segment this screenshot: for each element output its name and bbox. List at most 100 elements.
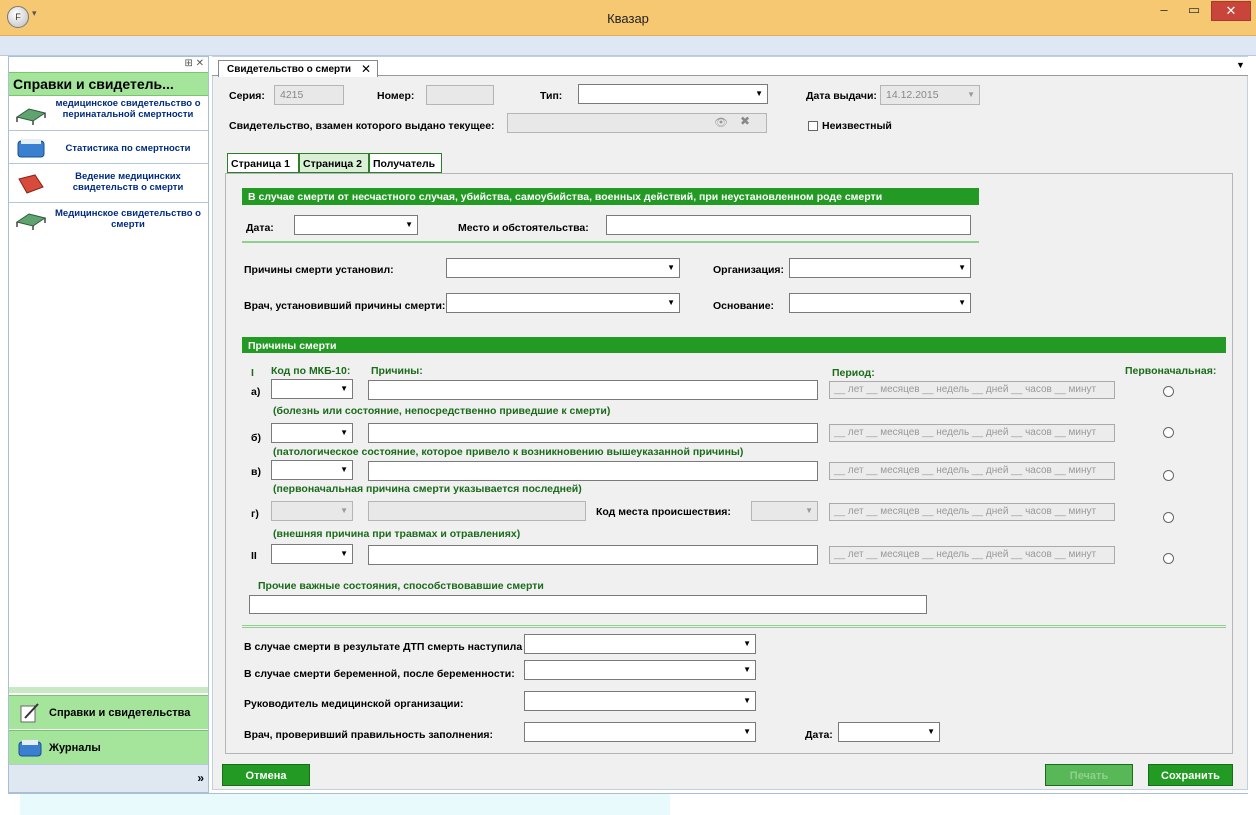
accident-section-title: В случае смерти от несчастного случая, у… [242,188,979,205]
type-dropdown[interactable] [578,84,768,104]
checker-dropdown[interactable] [524,722,756,742]
close-tab-icon[interactable]: ✕ [361,62,371,76]
row-ii-primary-radio[interactable] [1163,553,1174,564]
row-b-note: (патологическое состояние, которое приве… [273,446,744,458]
minimize-icon[interactable]: – [1150,1,1178,21]
row-g-code-dropdown[interactable] [271,501,353,521]
title-bar: F ▾ Квазар – ▭ ✕ [0,0,1256,36]
check-date-label: Дата: [805,729,833,741]
pen-paper-icon [20,703,39,723]
place-code-label: Код места происшествия: [596,506,731,518]
established-by-dropdown[interactable] [446,258,680,278]
nav-panel-footer: » [9,764,208,792]
row-g-note: (внешняя причина при травмах и отравлени… [273,528,521,540]
ribbon-strip [0,36,1256,56]
nav-button-journals[interactable]: Журналы [9,730,208,764]
roman-one-label: I [251,367,254,379]
row-b-cause-input[interactable] [368,423,818,443]
panel-splitter[interactable] [9,687,208,693]
row-a-note: (болезнь или состояние, непосредственно … [273,405,611,417]
row-a-code-dropdown[interactable] [271,379,353,399]
accident-date-label: Дата: [246,222,274,234]
row-b-primary-radio[interactable] [1163,427,1174,438]
check-date-picker[interactable] [838,722,940,742]
row-b-period-field[interactable]: __ лет __ месяцев __ недель __ дней __ ч… [829,424,1115,442]
row-a-primary-radio[interactable] [1163,386,1174,397]
place-code-dropdown[interactable] [751,501,818,521]
accident-date-picker[interactable] [294,215,418,235]
code-header: Код по МКБ-10: [271,365,351,377]
series-label: Серия: [229,90,265,102]
row-g-primary-radio[interactable] [1163,512,1174,523]
nav-button-certificates[interactable]: Справки и свидетельства [9,695,208,729]
tab-recipient[interactable]: Получатель [369,153,442,173]
period-header: Период: [832,367,875,379]
expand-chevron-icon[interactable]: » [197,771,204,785]
tab-death-certificate[interactable]: Свидетельство о смерти ✕ [218,60,378,77]
number-field[interactable] [426,85,494,105]
row-g-period-field[interactable]: __ лет __ месяцев __ недель __ дней __ ч… [829,503,1115,521]
row-ii-cause-input[interactable] [368,545,818,565]
row-b-letter: б) [251,432,261,444]
book-icon [18,174,44,194]
primary-header: Первоначальная: [1125,365,1217,377]
nav-item-death-certificate[interactable]: Медицинское свидетельство о смерти [9,204,208,236]
row-v-primary-radio[interactable] [1163,470,1174,481]
dtp-label: В случае смерти в результате ДТП смерть … [244,641,523,653]
cancel-button[interactable]: Отмена [222,764,310,786]
row-v-cause-input[interactable] [368,461,818,481]
row-v-code-dropdown[interactable] [271,460,353,480]
dtp-dropdown[interactable] [524,634,756,654]
nav-panel-header: Справки и свидетель... [9,72,208,96]
unknown-checkbox[interactable] [808,121,818,131]
head-label: Руководитель медицинской организации: [244,698,464,710]
organization-label: Организация: [713,264,785,276]
established-by-label: Причины смерти установил: [244,264,394,276]
other-conditions-input[interactable] [249,595,927,614]
tab-page-2[interactable]: Страница 2 [299,153,369,173]
status-bar [8,793,1248,815]
tab-page-1[interactable]: Страница 1 [227,153,299,173]
row-g-letter: г) [251,508,259,520]
navigation-panel: ⊞ ✕ Справки и свидетель... медицинское с… [8,56,209,793]
organization-dropdown[interactable] [789,258,971,278]
place-input[interactable] [606,215,971,235]
divider [242,241,979,243]
row-ii-code-dropdown[interactable] [271,544,353,564]
save-button[interactable]: Сохранить [1148,764,1233,786]
basis-dropdown[interactable] [789,293,971,313]
head-dropdown[interactable] [524,691,756,711]
basis-label: Основание: [713,300,775,312]
nav-item-statistics[interactable]: Статистика по смертности [9,132,208,164]
row-v-note: (первоначальная причина смерти указывает… [273,483,582,495]
replacement-field[interactable] [507,113,767,133]
doctor-dropdown[interactable] [446,293,680,313]
issue-date-label: Дата выдачи: [806,90,877,102]
checker-label: Врач, проверивший правильность заполнени… [244,729,494,741]
pregnant-label: В случае смерти беременной, после береме… [244,668,515,680]
nav-item-certificates-management[interactable]: Ведение медицинских свидетельств о смерт… [9,165,208,203]
print-button[interactable]: Печать [1045,764,1133,786]
nav-item-perinatal[interactable]: медицинское свидетельство о перинатально… [9,97,208,131]
row-b-code-dropdown[interactable] [271,423,353,443]
row-a-cause-input[interactable] [368,380,818,400]
issue-date-field[interactable]: 14.12.2015 [880,85,980,105]
row-a-period-field[interactable]: __ лет __ месяцев __ недель __ дней __ ч… [829,381,1115,399]
row-ii-letter: II [251,550,257,562]
other-conditions-label: Прочие важные состояния, способствовавши… [258,580,544,592]
bed-icon [15,213,47,230]
bed-icon [15,108,47,125]
clear-icon[interactable]: ✖ [740,114,750,128]
unknown-label: Неизвестный [822,120,892,132]
row-v-period-field[interactable]: __ лет __ месяцев __ недель __ дней __ ч… [829,462,1115,480]
series-field[interactable]: 4215 [274,85,344,105]
maximize-icon[interactable]: ▭ [1180,1,1208,21]
cause-header: Причины: [371,365,423,377]
close-window-button[interactable]: ✕ [1211,1,1251,21]
row-ii-period-field[interactable]: __ лет __ месяцев __ недель __ дней __ ч… [829,546,1115,564]
view-icon[interactable]: 👁 [714,116,728,129]
pregnant-dropdown[interactable] [524,660,756,680]
tab-list-dropdown-icon[interactable]: ▼ [1236,60,1245,70]
row-g-cause-input[interactable] [368,501,586,521]
pin-close-icon[interactable]: ⊞ ✕ [184,58,204,69]
